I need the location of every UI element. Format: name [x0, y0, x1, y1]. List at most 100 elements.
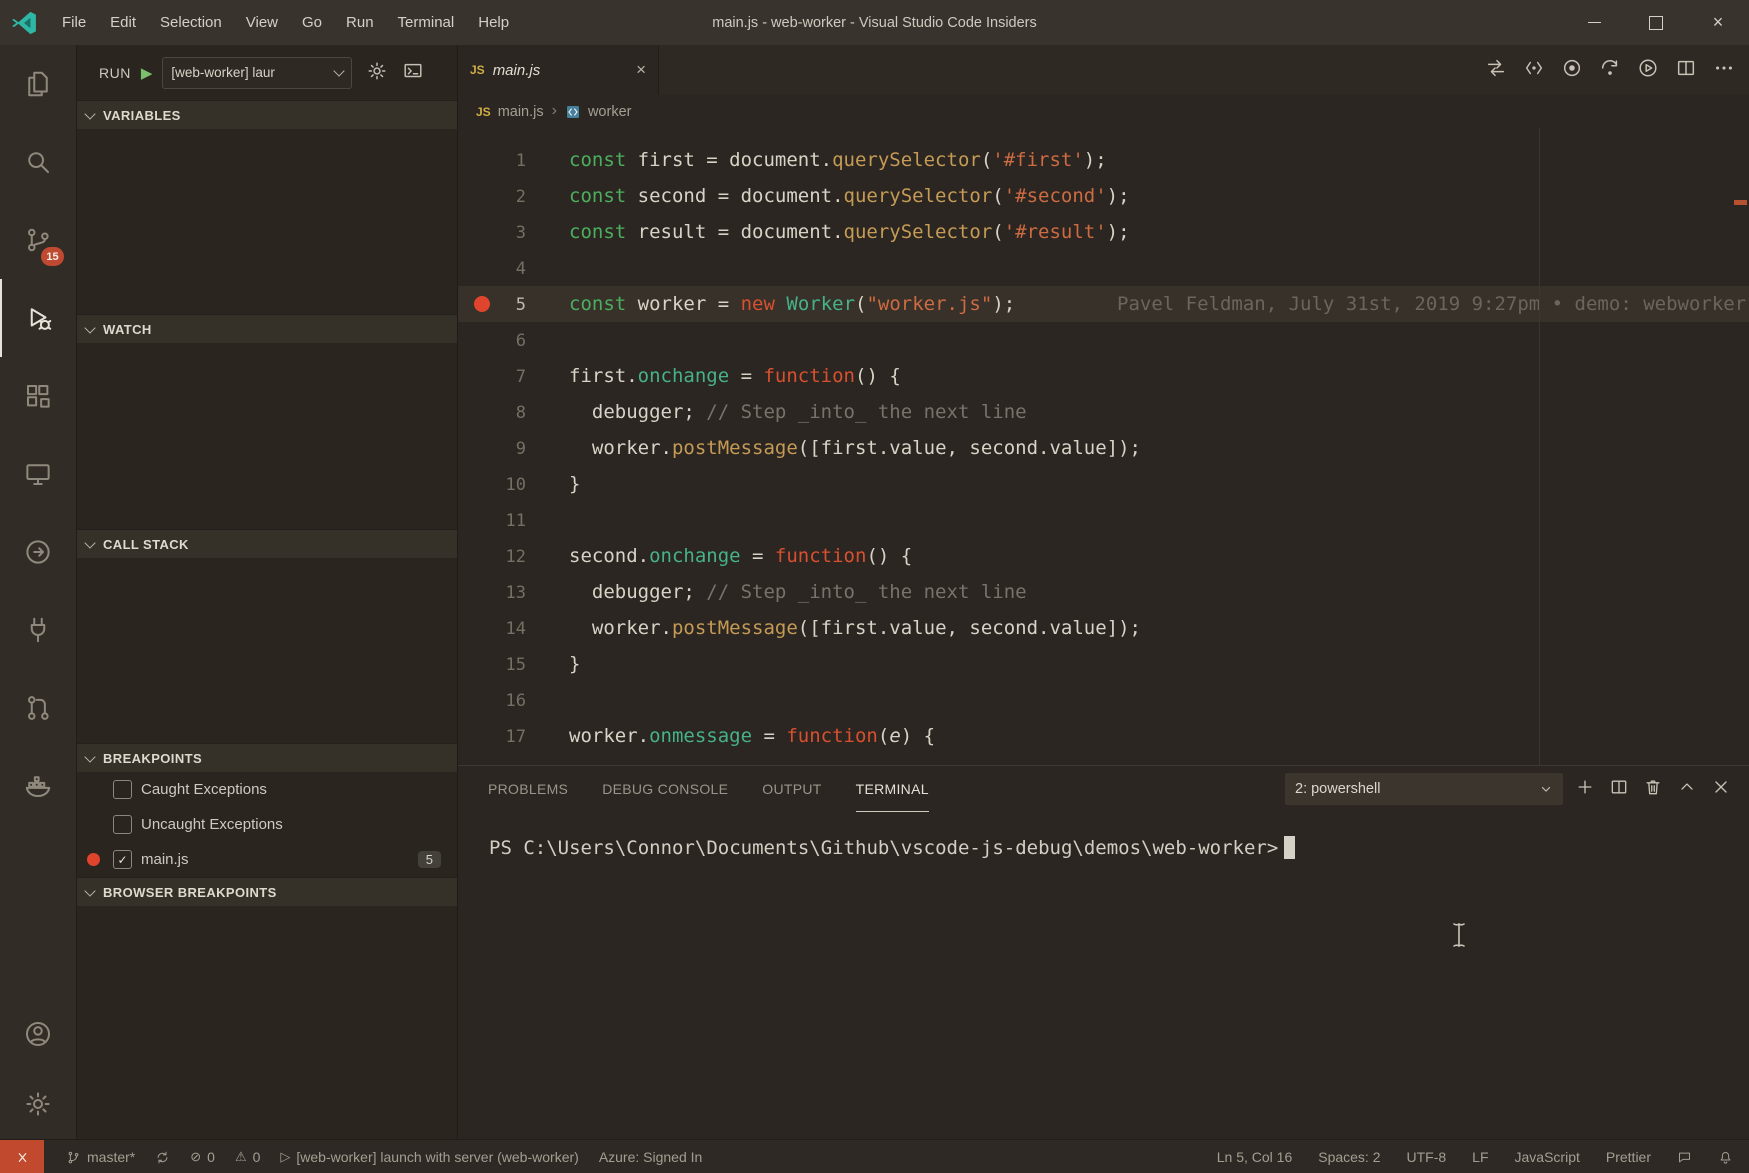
azure-account[interactable]: Azure: Signed In: [599, 1149, 703, 1165]
cursor-position[interactable]: Ln 5, Col 16: [1217, 1149, 1293, 1165]
code-line[interactable]: 2const second = document.querySelector('…: [458, 178, 1749, 214]
split-editor-button[interactable]: [1675, 57, 1697, 84]
code-line[interactable]: 8 debugger; // Step _into_ the next line: [458, 394, 1749, 430]
menu-terminal[interactable]: Terminal: [386, 0, 467, 45]
code-editor[interactable]: 1const first = document.querySelector('#…: [458, 128, 1749, 765]
breakpoint-checkbox[interactable]: ✓: [113, 850, 132, 869]
panel-tab-output[interactable]: OUTPUT: [762, 766, 821, 812]
record-profile-button[interactable]: [1561, 57, 1583, 84]
section-browser-breakpoints[interactable]: BROWSER BREAKPOINTS: [77, 877, 457, 906]
breakpoint-checkbox[interactable]: [113, 780, 132, 799]
menu-run[interactable]: Run: [334, 0, 386, 45]
gutter[interactable]: 11: [458, 502, 526, 538]
minimize-button[interactable]: [1563, 0, 1625, 45]
indentation[interactable]: Spaces: 2: [1318, 1149, 1380, 1165]
problems-warnings[interactable]: ⚠0: [235, 1149, 260, 1165]
language-mode[interactable]: JavaScript: [1515, 1149, 1580, 1165]
code-line[interactable]: 13 debugger; // Step _into_ the next lin…: [458, 574, 1749, 610]
code-line[interactable]: 17worker.onmessage = function(e) {: [458, 718, 1749, 754]
encoding[interactable]: UTF-8: [1407, 1149, 1447, 1165]
problems-errors[interactable]: ⊘0: [190, 1149, 215, 1165]
maximize-button[interactable]: [1625, 0, 1687, 45]
gutter[interactable]: 14: [458, 610, 526, 646]
feedback[interactable]: [1677, 1150, 1692, 1165]
gutter[interactable]: 6: [458, 322, 526, 358]
activity-settings[interactable]: [0, 1069, 76, 1139]
maximize-panel-button[interactable]: [1677, 777, 1697, 802]
code-line[interactable]: 5const worker = new Worker("worker.js");…: [458, 286, 1749, 322]
gutter[interactable]: 13: [458, 574, 526, 610]
code-line[interactable]: 9 worker.postMessage([first.value, secon…: [458, 430, 1749, 466]
code-line[interactable]: 7first.onchange = function() {: [458, 358, 1749, 394]
start-debugging-button[interactable]: ▶: [141, 64, 153, 82]
kill-terminal-button[interactable]: [1643, 777, 1663, 802]
activity-source-control[interactable]: 15: [0, 201, 76, 279]
breakpoint-item[interactable]: Uncaught Exceptions: [77, 807, 457, 842]
step-over-button[interactable]: [1599, 57, 1621, 84]
code-line[interactable]: 14 worker.postMessage([first.value, seco…: [458, 610, 1749, 646]
close-button[interactable]: ×: [1687, 0, 1749, 45]
panel-tab-terminal[interactable]: TERMINAL: [856, 766, 929, 812]
code-line[interactable]: 12second.onchange = function() {: [458, 538, 1749, 574]
close-tab-icon[interactable]: ×: [636, 60, 646, 80]
section-breakpoints[interactable]: BREAKPOINTS: [77, 743, 457, 772]
menu-go[interactable]: Go: [290, 0, 334, 45]
gutter[interactable]: 2: [458, 178, 526, 214]
activity-github-pull-requests[interactable]: [0, 669, 76, 747]
gutter[interactable]: 12: [458, 538, 526, 574]
breakpoint-item[interactable]: Caught Exceptions: [77, 772, 457, 807]
terminal-select[interactable]: 2: powershell: [1285, 773, 1563, 805]
gutter[interactable]: 15: [458, 646, 526, 682]
menu-view[interactable]: View: [234, 0, 290, 45]
new-terminal-button[interactable]: [1575, 777, 1595, 802]
activity-explorer[interactable]: [0, 45, 76, 123]
gutter[interactable]: 3: [458, 214, 526, 250]
menu-file[interactable]: File: [50, 0, 98, 45]
activity-extensions[interactable]: [0, 357, 76, 435]
gutter[interactable]: 16: [458, 682, 526, 718]
notifications[interactable]: [1718, 1150, 1733, 1165]
section-watch[interactable]: WATCH: [77, 314, 457, 343]
end-of-line[interactable]: LF: [1472, 1149, 1488, 1165]
code-line[interactable]: 10}: [458, 466, 1749, 502]
breakpoint-item[interactable]: ✓main.js5: [77, 842, 457, 877]
menu-edit[interactable]: Edit: [98, 0, 148, 45]
gutter[interactable]: 4: [458, 250, 526, 286]
section-call-stack[interactable]: CALL STACK: [77, 529, 457, 558]
run-file-button[interactable]: [1637, 57, 1659, 84]
launch-config-dropdown[interactable]: [web-worker] laur: [162, 57, 352, 89]
activity-live-share[interactable]: [0, 513, 76, 591]
activity-remote-connection[interactable]: [0, 591, 76, 669]
section-variables[interactable]: VARIABLES: [77, 100, 457, 129]
remote-indicator[interactable]: [0, 1140, 44, 1173]
menu-help[interactable]: Help: [466, 0, 521, 45]
panel-tab-debug-console[interactable]: DEBUG CONSOLE: [602, 766, 728, 812]
more-actions-button[interactable]: [1713, 57, 1735, 84]
breadcrumb-symbol[interactable]: worker: [588, 104, 632, 120]
breadcrumb-file[interactable]: main.js: [498, 104, 544, 120]
terminal[interactable]: PS C:\Users\Connor\Documents\Github\vsco…: [458, 812, 1749, 1139]
git-branch[interactable]: master*: [66, 1149, 135, 1165]
code-line[interactable]: 11: [458, 502, 1749, 538]
code-line[interactable]: 3const result = document.querySelector('…: [458, 214, 1749, 250]
gutter[interactable]: 9: [458, 430, 526, 466]
panel-tab-problems[interactable]: PROBLEMS: [488, 766, 568, 812]
code-line[interactable]: 4: [458, 250, 1749, 286]
gutter[interactable]: 10: [458, 466, 526, 502]
code-line[interactable]: 1const first = document.querySelector('#…: [458, 142, 1749, 178]
close-panel-button[interactable]: [1711, 777, 1731, 802]
gutter[interactable]: 7: [458, 358, 526, 394]
gutter[interactable]: 17: [458, 718, 526, 754]
open-changes-button[interactable]: [1485, 57, 1507, 84]
code-line[interactable]: 16: [458, 682, 1749, 718]
activity-docker[interactable]: [0, 747, 76, 825]
tab-main-js[interactable]: JS main.js ×: [458, 45, 659, 95]
split-terminal-button[interactable]: [1609, 777, 1629, 802]
gutter[interactable]: 1: [458, 142, 526, 178]
debug-launch-config[interactable]: ▷[web-worker] launch with server (web-wo…: [280, 1149, 578, 1165]
gutter[interactable]: 5: [458, 286, 526, 322]
debug-console-button[interactable]: [402, 60, 424, 86]
breakpoint-checkbox[interactable]: [113, 815, 132, 834]
code-line[interactable]: 15}: [458, 646, 1749, 682]
peek-symbol-button[interactable]: [1523, 57, 1545, 84]
